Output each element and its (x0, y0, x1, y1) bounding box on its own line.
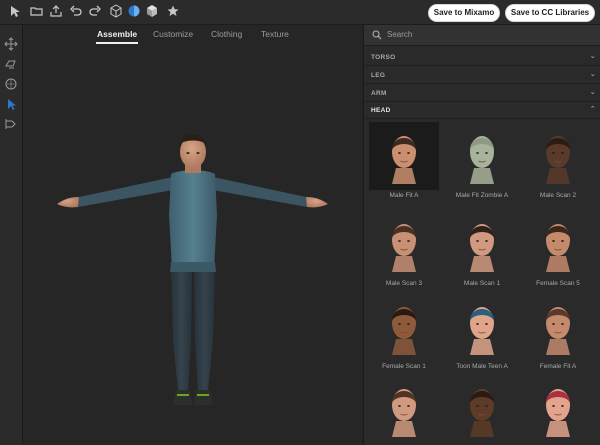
section-label: ARM (371, 90, 387, 97)
tab-clothing[interactable]: Clothing (211, 29, 242, 39)
chevron-down-icon: ⌄ (589, 89, 596, 96)
move-icon[interactable] (4, 37, 18, 51)
sphere-icon[interactable] (127, 4, 141, 18)
head-model (470, 389, 494, 437)
head-label: Toon Male Teen A (456, 363, 508, 370)
viewport-tabs: Assemble Customize Clothing Texture (23, 25, 362, 47)
head-model (470, 307, 494, 355)
tab-texture[interactable]: Texture (261, 29, 289, 39)
head-model (392, 136, 416, 184)
3d-viewport[interactable]: Assemble Customize Clothing Texture (23, 25, 362, 445)
star-icon[interactable] (166, 4, 180, 18)
head-label: Female Fit A (539, 363, 577, 370)
head-thumbnail[interactable]: Male Scan 3 (369, 210, 439, 290)
head-label: Male Fit Zombie A (455, 192, 509, 199)
assets-panel: Search TORSO ⌄ LEG ⌄ ARM ⌄ HEAD ⌃ Male F… (363, 25, 600, 445)
section-leg[interactable]: LEG ⌄ (364, 67, 600, 84)
head-thumbnail[interactable]: Female Scan 1 (369, 293, 439, 373)
head-thumbnail[interactable]: Female Scan 5 (523, 210, 593, 290)
split-icon[interactable] (4, 117, 18, 131)
head-thumbnail[interactable] (369, 375, 439, 445)
head-model (392, 389, 416, 437)
head-thumbnail[interactable]: Male Fit Zombie A (447, 122, 517, 202)
undo-icon[interactable] (69, 4, 83, 18)
tab-assemble[interactable]: Assemble (96, 29, 139, 44)
head-label: Male Scan 2 (539, 192, 577, 199)
save-to-mixamo-button[interactable]: Save to Mixamo (428, 4, 500, 22)
left-toolbar (0, 25, 23, 445)
head-thumbnail[interactable]: Male Scan 1 (447, 210, 517, 290)
section-arm[interactable]: ARM ⌄ (364, 85, 600, 102)
head-model (546, 224, 570, 272)
export-icon[interactable] (49, 4, 63, 18)
section-label: TORSO (371, 54, 396, 61)
chevron-down-icon: ⌄ (589, 53, 596, 60)
head-model (392, 224, 416, 272)
chevron-up-icon: ⌃ (589, 106, 596, 113)
section-label: HEAD (371, 107, 391, 114)
rotate-icon[interactable] (4, 57, 18, 71)
open-folder-icon[interactable] (30, 4, 44, 18)
head-label: Male Scan 3 (385, 280, 423, 287)
pointer-icon[interactable] (4, 97, 18, 111)
search-bar[interactable]: Search (364, 25, 600, 46)
tab-customize[interactable]: Customize (153, 29, 193, 39)
save-to-cc-libraries-button[interactable]: Save to CC Libraries (505, 4, 595, 22)
section-label: LEG (371, 72, 386, 79)
head-label: Female Scan 1 (382, 363, 426, 370)
head-thumbnail[interactable]: Male Scan 2 (523, 122, 593, 202)
head-thumbnail[interactable]: Male Fit A (369, 122, 439, 202)
orbit-icon[interactable] (4, 77, 18, 91)
head-label: Male Fit A (389, 192, 419, 199)
character-model[interactable] (23, 47, 362, 445)
head-label: Male Scan 1 (463, 280, 501, 287)
select-arrow-icon[interactable] (8, 4, 22, 18)
head-thumbnail[interactable] (447, 375, 517, 445)
search-icon (372, 30, 382, 40)
head-model (392, 307, 416, 355)
head-model (470, 136, 494, 184)
head-model (546, 136, 570, 184)
active-tab-underline (96, 42, 139, 44)
head-label: Female Scan 5 (536, 280, 580, 287)
chevron-down-icon: ⌄ (589, 71, 596, 78)
section-head[interactable]: HEAD ⌃ (364, 102, 600, 119)
head-thumbnail[interactable] (523, 375, 593, 445)
cube-outline-icon[interactable] (109, 4, 123, 18)
section-torso[interactable]: TORSO ⌄ (364, 49, 600, 66)
head-model (470, 224, 494, 272)
search-input[interactable]: Search (387, 30, 412, 39)
head-thumbnail[interactable]: Female Fit A (523, 293, 593, 373)
redo-icon[interactable] (88, 4, 102, 18)
head-thumbnail[interactable]: Toon Male Teen A (447, 293, 517, 373)
top-toolbar: Save to Mixamo Save to CC Libraries (0, 0, 600, 25)
head-model (546, 389, 570, 437)
cube-solid-icon[interactable] (145, 4, 159, 18)
head-model (546, 307, 570, 355)
